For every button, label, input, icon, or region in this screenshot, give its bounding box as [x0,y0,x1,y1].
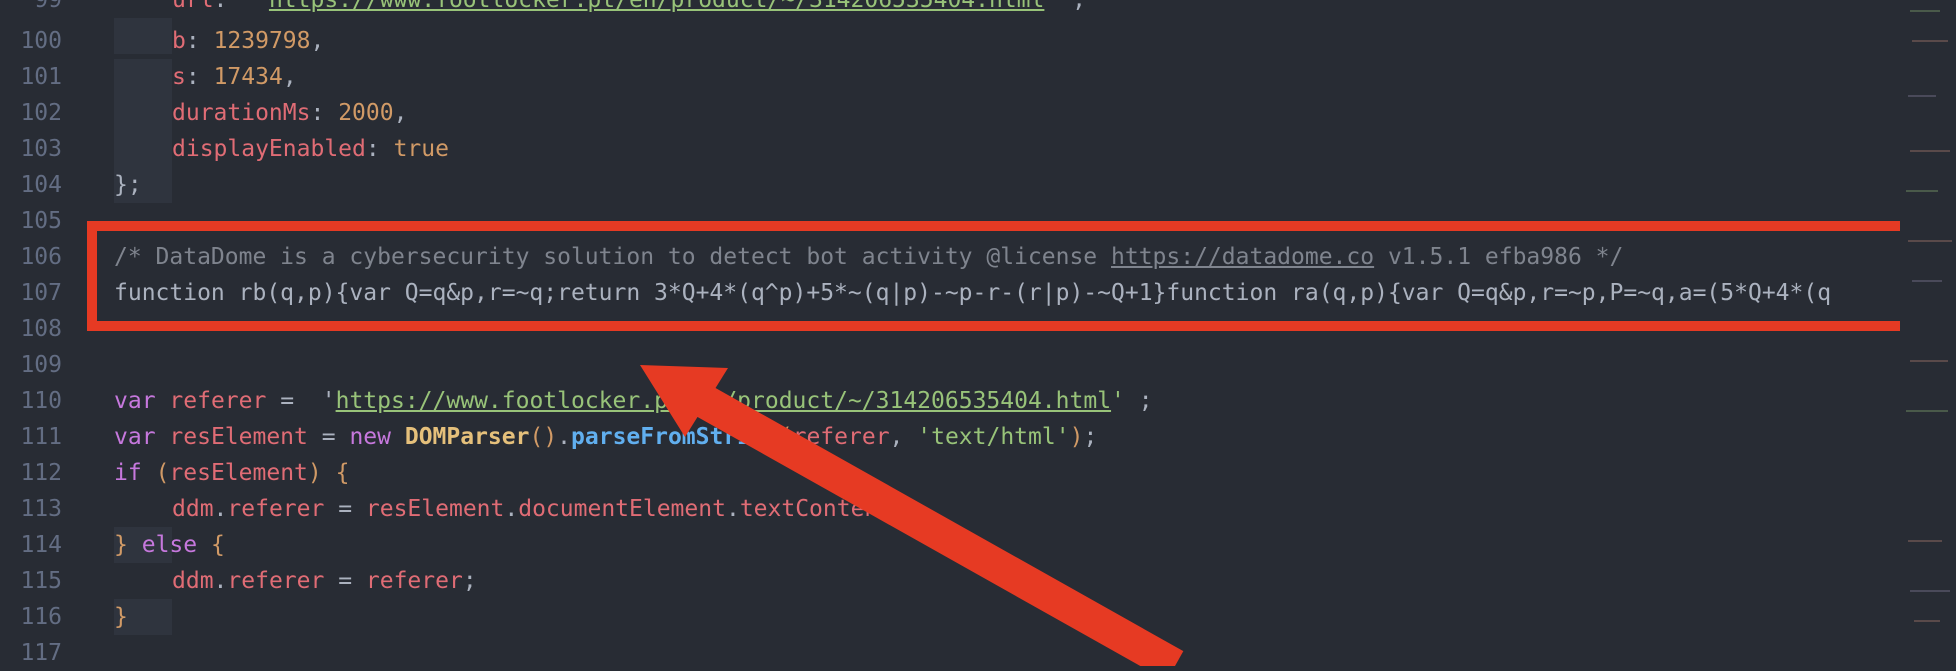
class-name: DOMParser [404,424,530,450]
variable-name: ddm [172,496,214,522]
line-number: 104 [20,172,62,198]
line-number: 103 [20,136,62,162]
line-number: 106 [20,244,62,270]
minimap-line [1908,540,1942,542]
string-literal: 'text/html' [917,424,1070,450]
property-name: textContent [739,496,893,522]
code-line: ddm.referer = resElement.documentElement… [114,491,1814,563]
minimap-line [1910,360,1948,362]
code-text: } [114,604,128,630]
code-line: displayEnabled: true [114,131,1814,203]
code-line: b: 1239798, [114,23,1814,95]
line-number: 110 [20,388,62,414]
line-number: 114 [20,532,62,558]
code-line: if (resElement) { [114,460,350,486]
code-area[interactable]: url: 'https://www.footlocker.pt/en/produ… [114,0,1900,666]
line-number: 100 [20,28,62,54]
minimap[interactable] [1900,0,1956,666]
minimap-line [1914,620,1940,622]
minimap-line [1912,40,1948,42]
url-link[interactable]: https://www.footlocker.pt/en/product/~/3… [336,388,1111,414]
line-number: 115 [20,568,62,594]
variable-name: referer [169,388,267,414]
line-number: 108 [20,316,62,342]
variable-name: referer [365,568,463,594]
number-literal: 17434 [213,64,283,90]
code-line: } [114,599,1814,635]
property-name: referer [227,496,325,522]
minimap-line [1910,10,1940,12]
line-number: 116 [20,604,62,630]
code-line: ddm.referer = referer; [114,563,1814,635]
argument: referer [792,424,890,450]
line-number: 111 [20,424,62,450]
minimap-line [1910,150,1950,152]
object-key: b [172,28,186,54]
line-number: 112 [20,460,62,486]
code-line: url: 'https://www.footlocker.pt/en/produ… [114,0,1814,54]
minimap-line [1912,280,1942,282]
number-literal: 2000 [338,100,394,126]
object-key: displayEnabled [172,136,366,162]
number-literal: 1239798 [213,28,311,54]
property-name: referer [227,568,325,594]
line-number: 107 [20,280,62,306]
minimap-line [1910,590,1950,592]
url-link[interactable]: https://www.footlocker.pt/en/product/~/3… [269,0,1044,13]
variable-name: resElement [365,496,505,522]
keyword: var [114,424,156,450]
method-name: parseFromString [571,424,779,450]
line-number: 99 [34,0,62,13]
keyword: var [114,388,156,414]
line-number: 109 [20,352,62,378]
code-line: durationMs: 2000, [114,95,1814,167]
code-line: s: 17434, [114,59,1814,131]
boolean-literal: true [393,136,449,162]
keyword: else [141,532,198,558]
line-number: 101 [20,64,62,90]
object-key: s [172,64,186,90]
code-line: } else { [114,532,225,558]
minimap-line [1908,240,1952,242]
code-editor[interactable]: 99 100 101 102 103 104 105 106 107 108 1… [0,0,1927,666]
code-text: }; [114,172,142,198]
object-key: url [172,0,214,13]
property-name: documentElement [518,496,726,522]
keyword: new [349,424,391,450]
variable-name: ddm [172,568,214,594]
code-line: }; [114,167,1814,203]
keyword: if [114,460,142,486]
line-number: 105 [20,208,62,234]
object-key: durationMs [172,100,311,126]
code-line: var referer = 'https://www.footlocker.pt… [114,388,1153,414]
line-number-gutter: 99 100 101 102 103 104 105 106 107 108 1… [0,0,80,666]
highlight-box [87,221,1927,331]
line-number: 113 [20,496,62,522]
minimap-line [1906,410,1948,412]
variable-name: resElement [169,424,308,450]
minimap-line [1906,190,1938,192]
minimap-line [1908,95,1936,97]
line-number: 102 [20,100,62,126]
variable-name: resElement [169,460,308,486]
code-line: var resElement = new DOMParser().parseFr… [114,424,1098,450]
